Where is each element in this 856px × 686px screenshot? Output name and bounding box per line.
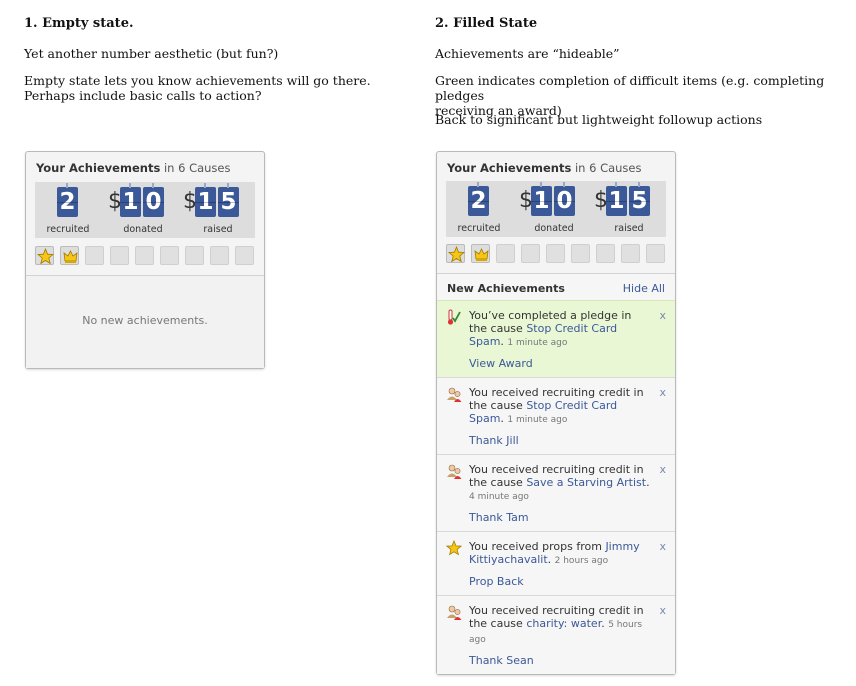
view-award-link[interactable]: View Award: [469, 357, 651, 370]
hide-all-link[interactable]: Hide All: [623, 282, 665, 295]
crown-badge[interactable]: [471, 244, 490, 263]
empty-badge-slot: [571, 244, 590, 263]
star-icon: [445, 539, 463, 559]
empty-badge-slot: [546, 244, 565, 263]
donated-label: donated: [534, 223, 574, 234]
empty-badge-slot: [160, 246, 179, 265]
achievements-widget-empty: Your Achievements in 6 Causes 2 recruite…: [25, 151, 265, 369]
crown-badge[interactable]: [60, 246, 79, 265]
thank-link[interactable]: Thank Sean: [469, 654, 651, 667]
empty-badge-slot: [135, 246, 154, 265]
description-text: Yet another number aesthetic (but fun?): [24, 46, 279, 61]
divider: [26, 275, 264, 276]
empty-badge-slot: [496, 244, 515, 263]
description-text: Empty state lets you know achievements w…: [24, 73, 371, 103]
timestamp: 4 minute ago: [469, 492, 529, 502]
empty-badge-slot: [596, 244, 615, 263]
achievement-item: You received recruiting credit in the ca…: [437, 595, 675, 674]
recruited-label: recruited: [457, 223, 501, 234]
dismiss-button[interactable]: x: [659, 604, 666, 617]
donated-label: donated: [123, 224, 163, 235]
empty-badge-slot: [646, 244, 665, 263]
prop-back-link[interactable]: Prop Back: [469, 575, 651, 588]
empty-badge-slot: [621, 244, 640, 263]
empty-badge-slot: [521, 244, 540, 263]
dismiss-button[interactable]: x: [659, 309, 666, 322]
raised-label: raised: [614, 223, 644, 234]
dismiss-button[interactable]: x: [659, 463, 666, 476]
star-icon: [448, 246, 465, 263]
achievement-item: You received recruiting credit in the ca…: [437, 377, 675, 454]
widget-title: Your Achievements in 6 Causes: [36, 161, 231, 175]
cause-link[interactable]: charity: water: [526, 617, 601, 630]
dismiss-button[interactable]: x: [659, 386, 666, 399]
star-badge[interactable]: [35, 246, 54, 265]
thank-link[interactable]: Thank Jill: [469, 434, 651, 447]
counter-digit: 2: [57, 183, 78, 217]
thermometer-check-icon: [446, 309, 462, 329]
empty-badge-slot: [210, 246, 229, 265]
star-badge[interactable]: [446, 244, 465, 263]
people-icon: [446, 604, 463, 624]
empty-badge-slot: [110, 246, 129, 265]
timestamp: 1 minute ago: [507, 338, 568, 348]
thank-link[interactable]: Thank Tam: [469, 511, 651, 524]
achievement-item: You received props from Jimmy Kittiyacha…: [437, 531, 675, 595]
dismiss-button[interactable]: x: [659, 540, 666, 553]
stats-panel: 2 recruited $1 0 donated $1 5 raised: [35, 182, 255, 238]
counter-digit: 1: [195, 183, 216, 217]
people-icon: [446, 386, 463, 406]
counter-digit: 2: [468, 182, 489, 216]
empty-message: No new achievements.: [82, 314, 208, 327]
counter-digit: 1: [120, 183, 141, 217]
recruited-label: recruited: [46, 224, 90, 235]
empty-badge-slot: [85, 246, 104, 265]
empty-badge-slot: [185, 246, 204, 265]
counter-digit: 5: [629, 182, 650, 216]
section-heading: 2. Filled State: [435, 16, 538, 31]
widget-title: Your Achievements in 6 Causes: [447, 161, 642, 175]
stats-panel: 2 recruited $1 0 donated $1 5 raised: [446, 181, 666, 237]
star-icon: [37, 248, 54, 265]
counter-digit: 0: [554, 182, 575, 216]
raised-label: raised: [203, 224, 233, 235]
new-achievements-header: New Achievements Hide All: [437, 273, 675, 300]
counter-digit: 1: [531, 182, 552, 216]
new-achievements-title: New Achievements: [447, 282, 565, 295]
counter-digit: 1: [606, 182, 627, 216]
achievements-widget-filled: Your Achievements in 6 Causes 2 recruite…: [436, 151, 676, 675]
cause-link[interactable]: Save a Starving Artist: [526, 476, 646, 489]
description-text: Back to significant but lightweight foll…: [435, 112, 763, 127]
timestamp: 2 hours ago: [554, 556, 609, 566]
empty-badge-slot: [235, 246, 254, 265]
counter-digit: 0: [143, 183, 164, 217]
crown-icon: [474, 248, 489, 261]
badge-row: [35, 246, 257, 266]
section-heading: 1. Empty state.: [24, 16, 134, 31]
achievement-item: You received recruiting credit in the ca…: [437, 454, 675, 531]
description-text: Achievements are “hideable”: [435, 46, 620, 61]
badge-row: [446, 244, 668, 264]
counter-digit: 5: [218, 183, 239, 217]
crown-icon: [63, 250, 78, 263]
people-icon: [446, 463, 463, 483]
timestamp: 1 minute ago: [507, 415, 568, 425]
achievement-item: You’ve completed a pledge in the cause S…: [437, 300, 675, 377]
